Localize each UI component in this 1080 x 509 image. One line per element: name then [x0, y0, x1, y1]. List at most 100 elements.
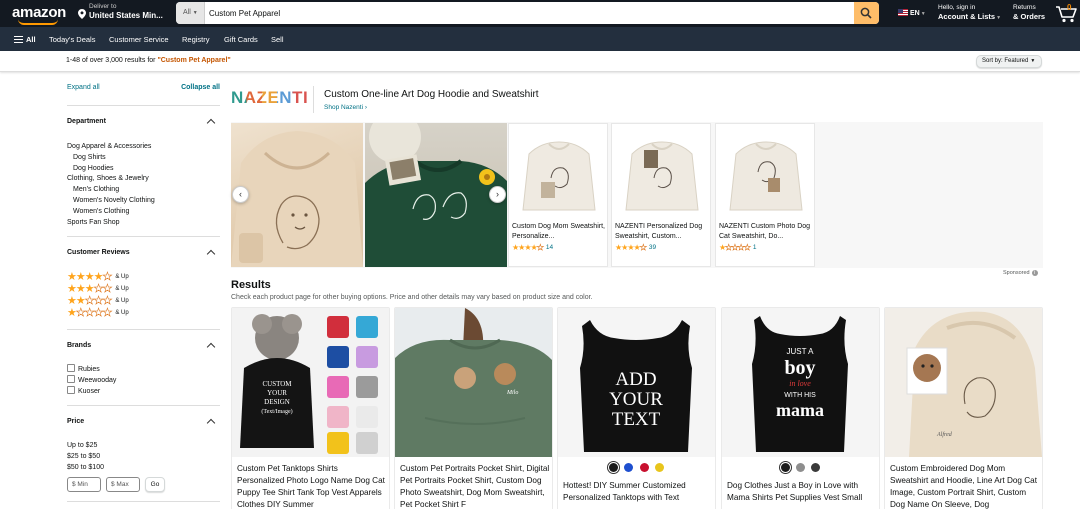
price-range-link[interactable]: $50 to $100	[67, 462, 104, 473]
product-rating[interactable]: ★★★★★ 1	[719, 242, 756, 254]
deliver-to[interactable]: Deliver to United States Min...	[78, 3, 163, 24]
returns-label: Returns	[1013, 4, 1036, 11]
product-title[interactable]: Custom Pet Portraits Pocket Shirt, Digit…	[400, 463, 550, 509]
dept-item[interactable]: Men's Clothing	[67, 185, 155, 196]
search-input[interactable]	[209, 2, 849, 24]
product-card[interactable]: CUSTOM YOUR DESIGN (Text/Image) Custom P…	[231, 307, 390, 509]
review-count: 1	[752, 244, 757, 251]
min-price-input[interactable]: $ Min	[67, 477, 101, 492]
orders-label: & Orders	[1013, 12, 1046, 21]
product-title[interactable]: Dog Clothes Just a Boy in Love with Mama…	[727, 480, 877, 504]
hero-image-sweatshirt[interactable]	[365, 123, 507, 267]
product-image[interactable]: Milo	[395, 308, 552, 457]
review-up-label: & Up	[115, 298, 129, 304]
product-title[interactable]: Custom Embroidered Dog Mom Sweatshirt an…	[890, 463, 1040, 509]
nav-todays-deals[interactable]: Today's Deals	[49, 35, 95, 44]
color-swatch[interactable]	[654, 463, 664, 473]
search-category-label: All	[183, 9, 191, 16]
results-count-prefix: 1-48 of over 3,000 results for	[66, 57, 158, 64]
checkbox[interactable]	[67, 375, 75, 383]
collapse-all-link[interactable]: Collapse all	[181, 84, 220, 91]
brand-option[interactable]: Kuoser	[67, 386, 116, 397]
color-swatch[interactable]	[639, 463, 649, 473]
expand-all-link[interactable]: Expand all	[67, 84, 100, 91]
sponsored-product-card[interactable]: Custom Dog Mom Sweatshirt, Personalize..…	[508, 123, 608, 267]
product-card[interactable]: ADD YOUR TEXT Hottest! DIY Summer Custom…	[557, 307, 716, 509]
review-1-up[interactable]: ★★★★★ & Up	[67, 307, 129, 320]
boy-mama-text: mama	[776, 400, 824, 420]
dept-item[interactable]: Dog Hoodies	[67, 164, 155, 175]
max-price-input[interactable]: $ Max	[106, 477, 140, 492]
sort-dropdown[interactable]: Sort by: Featured ▼	[976, 55, 1042, 68]
sponsored-label[interactable]: Sponsored i	[1003, 270, 1038, 276]
product-title[interactable]: Custom Pet Tanktops Shirts Personalized …	[237, 463, 387, 509]
shop-brand-link[interactable]: Shop Nazenti ›	[324, 104, 367, 111]
price-range-link[interactable]: $25 to $50	[67, 451, 104, 462]
us-flag-icon	[898, 9, 908, 16]
price-range-link[interactable]: Up to $25	[67, 440, 104, 451]
hero-image-hoodie[interactable]	[231, 123, 363, 267]
banner-headline[interactable]: Custom One-line Art Dog Hoodie and Sweat…	[324, 89, 539, 100]
checkbox[interactable]	[67, 386, 75, 394]
product-image[interactable]: Alfred	[885, 308, 1042, 457]
custom-design-text: CUSTOM	[262, 380, 292, 388]
carousel-prev-button[interactable]: ‹	[232, 186, 249, 203]
reviews-heading: Customer Reviews	[67, 249, 130, 256]
results-query: "Custom Pet Apparel"	[157, 57, 231, 64]
boy-mama-text: JUST A	[787, 347, 815, 356]
color-swatch[interactable]	[811, 463, 821, 473]
dept-item[interactable]: Sports Fan Shop	[67, 218, 155, 229]
carousel-next-button[interactable]: ›	[489, 186, 506, 203]
all-menu-button[interactable]: All	[14, 35, 36, 44]
brand-option[interactable]: Weewooday	[67, 375, 116, 386]
color-swatch[interactable]	[780, 463, 790, 473]
sponsored-product-card[interactable]: NAZENTI Personalized Dog Sweatshirt, Cus…	[611, 123, 711, 267]
divider	[313, 86, 314, 113]
product-card[interactable]: JUST A boy in love WITH HIS mama Dog Clo…	[721, 307, 880, 509]
dept-item[interactable]: Clothing, Shoes & Jewelry	[67, 174, 155, 185]
review-4-up[interactable]: ★★★★★ & Up	[67, 271, 129, 284]
review-3-up[interactable]: ★★★★★ & Up	[67, 283, 129, 296]
star-rating-icon: ★★★★★	[719, 243, 751, 253]
color-swatch[interactable]	[796, 463, 805, 473]
product-image[interactable]: JUST A boy in love WITH HIS mama	[722, 308, 879, 457]
dept-item[interactable]: Women's Novelty Clothing	[67, 196, 155, 207]
color-swatch[interactable]	[609, 463, 619, 473]
nav-registry[interactable]: Registry	[182, 35, 210, 44]
nav-sell[interactable]: Sell	[271, 35, 284, 44]
color-swatch[interactable]	[624, 463, 634, 473]
language-selector[interactable]: EN▼	[898, 9, 926, 17]
amazon-logo[interactable]: amazon	[12, 4, 66, 25]
product-image[interactable]: ADD YOUR TEXT	[558, 308, 715, 457]
nav-customer-service[interactable]: Customer Service	[109, 35, 169, 44]
product-image[interactable]: CUSTOM YOUR DESIGN (Text/Image)	[232, 308, 389, 457]
chevron-up-icon[interactable]	[206, 118, 216, 128]
returns-orders[interactable]: Returns & Orders	[1013, 4, 1045, 22]
account-menu[interactable]: Hello, sign in Account & Lists▼	[938, 4, 1001, 23]
product-rating[interactable]: ★★★★★ 39	[615, 242, 656, 254]
checkbox[interactable]	[67, 364, 75, 372]
star-rating-icon: ★★★★★	[67, 271, 113, 284]
product-card[interactable]: Milo Custom Pet Portraits Pocket Shirt, …	[394, 307, 553, 509]
price-go-button[interactable]: Go	[145, 477, 165, 492]
chevron-up-icon[interactable]	[206, 249, 216, 259]
sponsored-product-card[interactable]: NAZENTI Custom Photo Dog Cat Sweatshirt,…	[715, 123, 815, 267]
brand-option[interactable]: Rubies	[67, 364, 116, 375]
chevron-up-icon[interactable]	[206, 418, 216, 428]
search-category-dropdown[interactable]: All ▼	[176, 2, 205, 24]
search-button[interactable]	[854, 2, 879, 24]
dept-item[interactable]: Dog Apparel & Accessories	[67, 142, 155, 153]
product-card[interactable]: Alfred Custom Embroidered Dog Mom Sweats…	[884, 307, 1043, 509]
cart-button[interactable]: 0	[1055, 2, 1079, 24]
review-2-up[interactable]: ★★★★★ & Up	[67, 295, 129, 308]
nav-gift-cards[interactable]: Gift Cards	[224, 35, 258, 44]
chevron-up-icon[interactable]	[206, 342, 216, 352]
brand-label: Rubies	[78, 366, 100, 373]
dept-item[interactable]: Dog Shirts	[67, 153, 155, 164]
dept-item[interactable]: Women's Clothing	[67, 207, 155, 218]
product-rating[interactable]: ★★★★★ 14	[512, 242, 553, 254]
caret-down-icon: ▼	[920, 11, 926, 17]
account-greeting: Hello, sign in	[938, 4, 976, 11]
nazenti-brand-logo[interactable]: NAZENTI	[231, 88, 308, 112]
product-title[interactable]: Hottest! DIY Summer Customized Personali…	[563, 480, 713, 504]
